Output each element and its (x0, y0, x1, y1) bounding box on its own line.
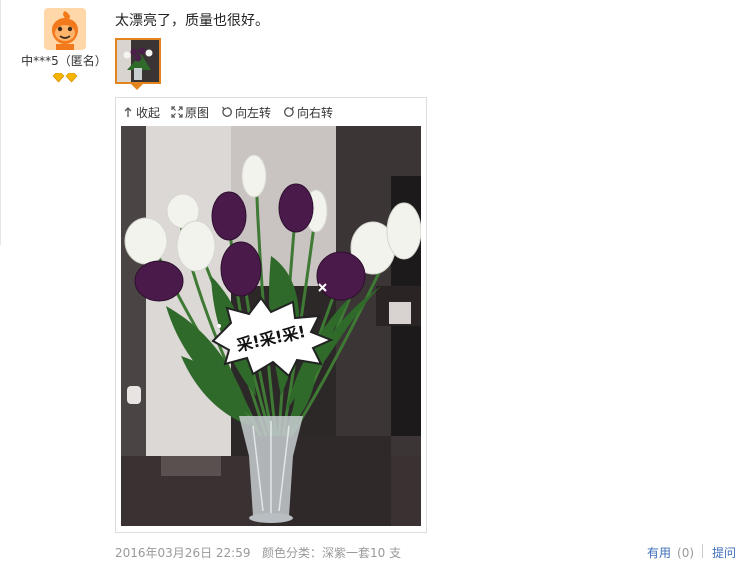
cartoon-face-icon (44, 8, 86, 50)
action-divider (702, 544, 703, 558)
avatar[interactable] (44, 8, 86, 50)
ask-question-link[interactable]: 提问 (712, 544, 736, 561)
thumbnail-selected-arrow (131, 84, 143, 90)
review-date: 2016年03月26日 22:59 (115, 546, 251, 560)
collapse-label: 收起 (136, 105, 161, 120)
useful-count: (0) (677, 546, 695, 560)
page-edge-line (0, 0, 1, 245)
original-image-label: 原图 (185, 105, 210, 120)
review-photo[interactable]: 采!采!采! (121, 126, 421, 526)
reviewer-name: 中***5（匿名） (21, 54, 107, 68)
collapse-arrow-icon (122, 106, 134, 118)
sku-info: 颜色分类：深紫一套10 支 (262, 546, 402, 560)
image-viewer-toolbar: 收起 原图 向左转 向右转 (116, 98, 426, 126)
rotate-right-label: 向右转 (297, 105, 334, 120)
image-viewer: 收起 原图 向左转 向右转 采!采!采! (115, 97, 427, 533)
rotate-left-icon (221, 106, 233, 118)
original-image-button[interactable]: 原图 (171, 104, 209, 120)
collapse-button[interactable]: 收起 (122, 104, 160, 120)
rotate-right-icon (283, 106, 295, 118)
expand-icon (171, 106, 183, 118)
rotate-right-button[interactable]: 向右转 (283, 104, 333, 120)
useful-button[interactable]: 有用 (0) (647, 544, 694, 561)
useful-label: 有用 (647, 546, 672, 560)
diamond-badge-icon (52, 72, 78, 83)
rotate-left-button[interactable]: 向左转 (221, 104, 271, 120)
review-photo-thumbnail[interactable] (115, 38, 161, 84)
rotate-left-label: 向左转 (235, 105, 272, 120)
review-text: 太漂亮了，质量也很好。 (115, 13, 269, 29)
